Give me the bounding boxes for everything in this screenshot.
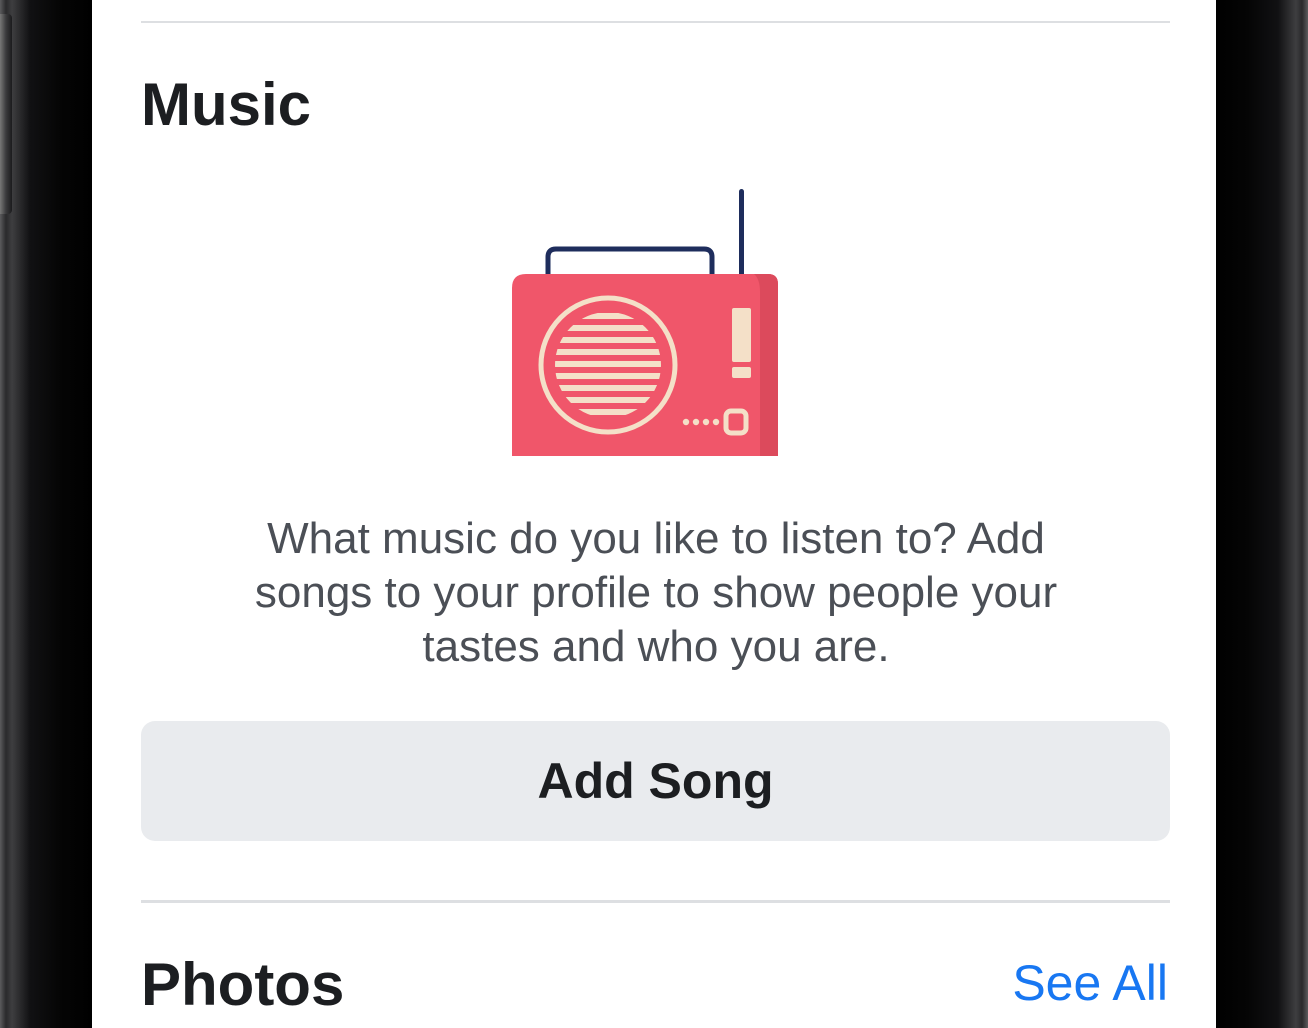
profile-screen: Music What music do you like to listen t… xyxy=(92,0,1216,1028)
see-all-photos-link[interactable]: See All xyxy=(1012,958,1168,1008)
phone-side-button xyxy=(0,14,12,214)
music-section-title: Music xyxy=(141,71,312,138)
music-description: What music do you like to listen to? Add… xyxy=(254,514,1058,671)
add-song-button[interactable]: Add Song xyxy=(141,721,1170,841)
radio-icon xyxy=(512,189,778,456)
section-divider xyxy=(141,21,1170,23)
section-divider xyxy=(141,900,1170,903)
phone-frame-left xyxy=(0,0,92,1028)
phone-frame-right xyxy=(1216,0,1308,1028)
photos-section-title: Photos xyxy=(141,951,345,1018)
